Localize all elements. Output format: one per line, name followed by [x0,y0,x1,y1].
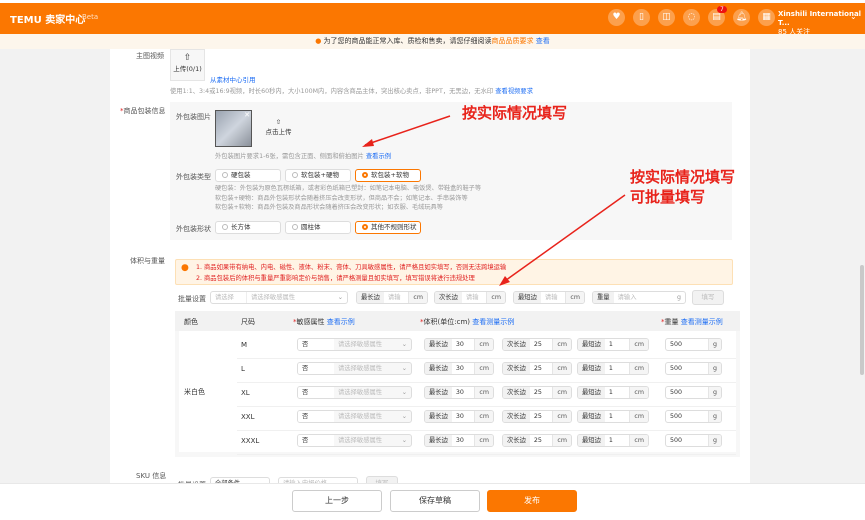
annotation-fill-actual-2: 按实际情况填写 [630,168,736,186]
annotation-fill-actual: 按实际情况填写 [462,104,568,122]
annotation-bulk-fill: 可批量填写 [630,188,706,206]
arrow-line-2 [501,194,626,284]
arrow-line-1 [364,115,451,146]
arrow-head-1 [362,139,374,147]
annotation-arrows [362,115,626,286]
arrow-head-2 [499,276,510,286]
